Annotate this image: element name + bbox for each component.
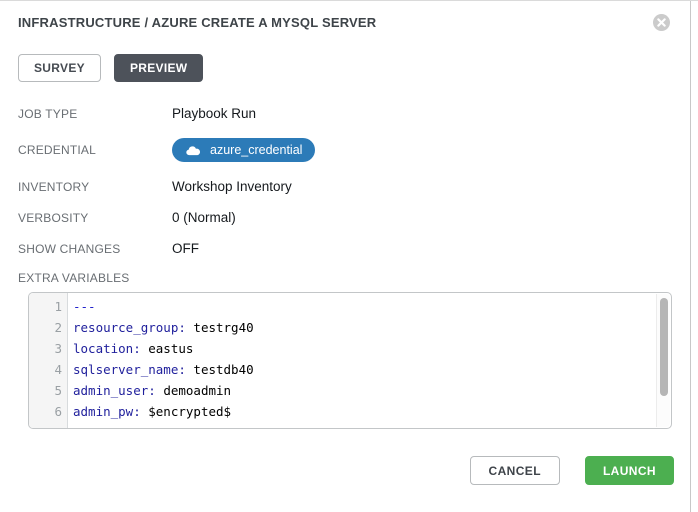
detail-label: VERBOSITY bbox=[18, 211, 172, 225]
detail-value: 0 (Normal) bbox=[172, 210, 236, 225]
yaml-doc-separator: --- bbox=[73, 299, 96, 314]
close-icon bbox=[657, 18, 666, 27]
cancel-button[interactable]: CANCEL bbox=[470, 456, 560, 485]
editor-gutter: 1 2 3 4 5 6 7 bbox=[29, 293, 68, 428]
modal-header: INFRASTRUCTURE / AZURE CREATE A MYSQL SE… bbox=[0, 1, 698, 31]
detail-row-credential: CREDENTIAL azure_credential bbox=[18, 129, 698, 171]
modal-footer: CANCEL LAUNCH bbox=[0, 456, 698, 485]
job-launch-preview-modal: INFRASTRUCTURE / AZURE CREATE A MYSQL SE… bbox=[0, 0, 698, 512]
launch-button[interactable]: LAUNCH bbox=[585, 456, 674, 485]
line-number: 5 bbox=[29, 380, 67, 401]
detail-value: Playbook Run bbox=[172, 106, 256, 121]
detail-row-inventory: INVENTORY Workshop Inventory bbox=[18, 171, 698, 202]
code-line: --- bbox=[73, 296, 653, 317]
detail-label: INVENTORY bbox=[18, 180, 172, 194]
editor-scrollbar-thumb[interactable] bbox=[660, 298, 668, 396]
credential-badge[interactable]: azure_credential bbox=[172, 138, 315, 162]
code-line: admin_pw: $encrypted$ bbox=[73, 401, 653, 422]
code-line: sqlserver_name: testdb40 bbox=[73, 359, 653, 380]
line-number: 4 bbox=[29, 359, 67, 380]
close-button[interactable] bbox=[653, 14, 670, 31]
cloud-icon bbox=[185, 145, 201, 156]
editor-code-area[interactable]: --- resource_group: testrg40 location: e… bbox=[68, 293, 671, 428]
detail-label: SHOW CHANGES bbox=[18, 242, 172, 256]
code-line: admin_user: demoadmin bbox=[73, 380, 653, 401]
line-number: 1 bbox=[29, 296, 67, 317]
line-number: 7 bbox=[29, 422, 67, 429]
detail-value: OFF bbox=[172, 241, 199, 256]
modal-title: INFRASTRUCTURE / AZURE CREATE A MYSQL SE… bbox=[18, 15, 376, 30]
job-details: JOB TYPE Playbook Run CREDENTIAL azure_c… bbox=[0, 98, 698, 264]
code-line bbox=[73, 422, 653, 429]
tab-bar: SURVEY PREVIEW bbox=[0, 54, 698, 82]
detail-label: CREDENTIAL bbox=[18, 143, 172, 157]
detail-value: Workshop Inventory bbox=[172, 179, 292, 194]
line-number: 2 bbox=[29, 317, 67, 338]
line-number: 3 bbox=[29, 338, 67, 359]
credential-badge-label: azure_credential bbox=[210, 143, 302, 157]
extra-variables-label-row: EXTRA VARIABLES bbox=[0, 264, 698, 292]
code-line: location: eastus bbox=[73, 338, 653, 359]
detail-label: JOB TYPE bbox=[18, 107, 172, 121]
tab-preview[interactable]: PREVIEW bbox=[114, 54, 203, 82]
detail-row-job-type: JOB TYPE Playbook Run bbox=[18, 98, 698, 129]
code-line: resource_group: testrg40 bbox=[73, 317, 653, 338]
line-number: 6 bbox=[29, 401, 67, 422]
tab-survey[interactable]: SURVEY bbox=[18, 54, 101, 82]
detail-row-show-changes: SHOW CHANGES OFF bbox=[18, 233, 698, 264]
page-scroll-divider bbox=[690, 1, 691, 512]
extra-variables-editor[interactable]: 1 2 3 4 5 6 7 --- resource_group: testrg… bbox=[28, 292, 672, 429]
extra-variables-label: EXTRA VARIABLES bbox=[18, 271, 172, 285]
detail-row-verbosity: VERBOSITY 0 (Normal) bbox=[18, 202, 698, 233]
